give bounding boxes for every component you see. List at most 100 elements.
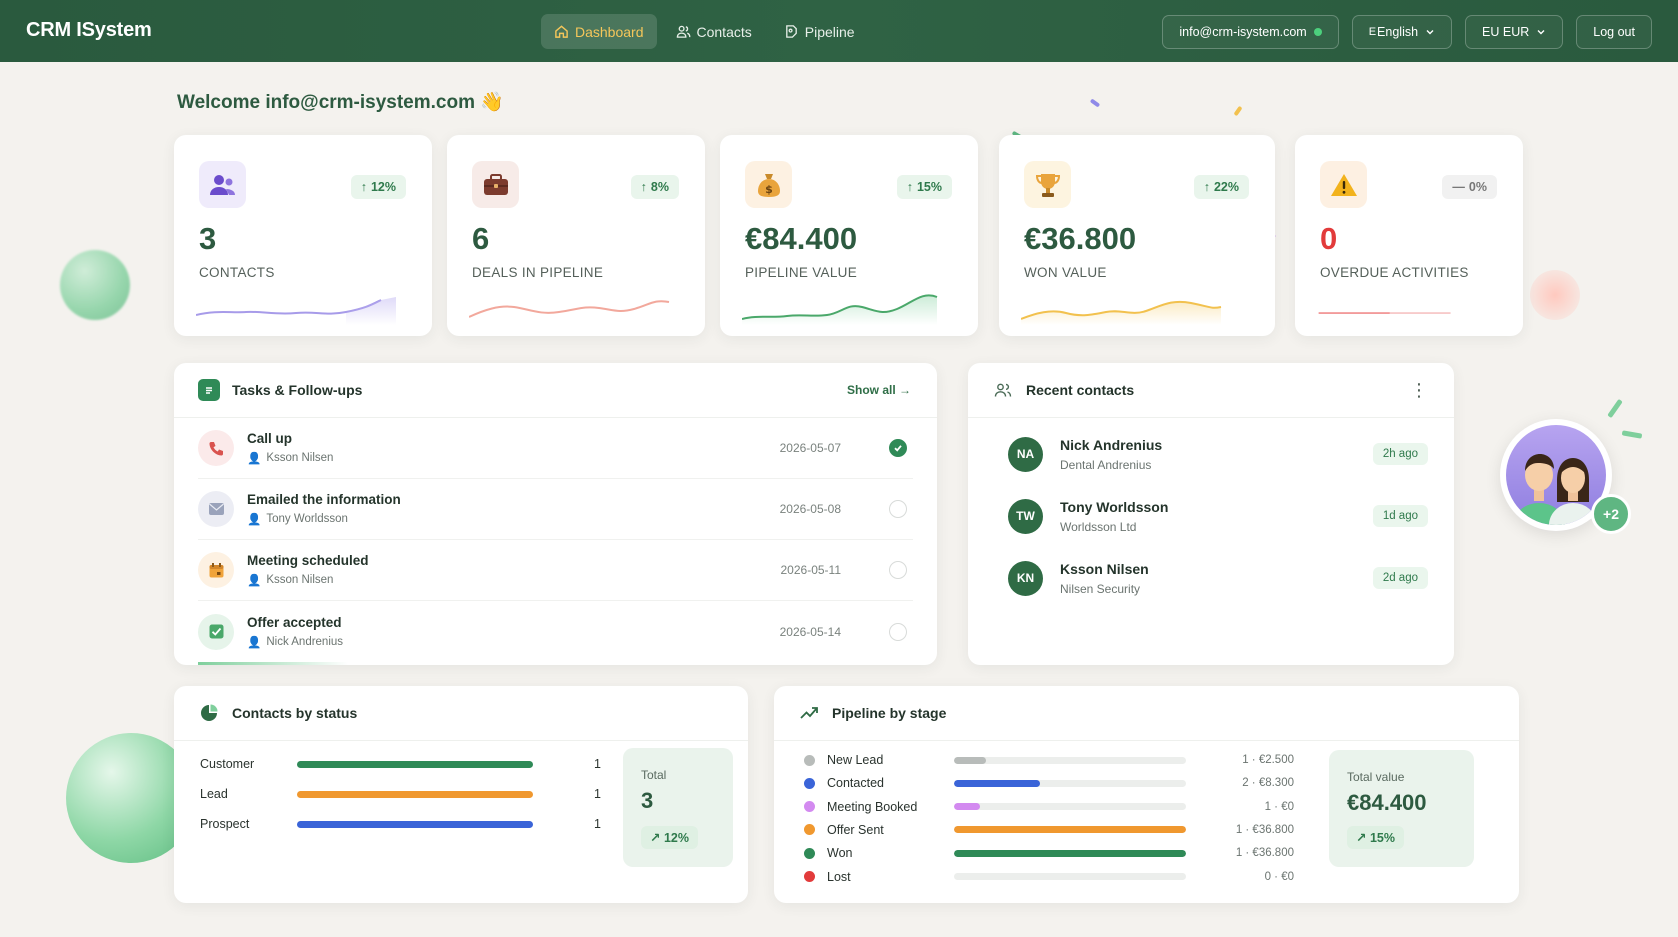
nav-pipeline[interactable]: Pipeline: [771, 14, 868, 49]
task-person: Tony Worldsson: [266, 513, 348, 525]
contacts-by-status-panel: Contacts by status Customer 1 Lead 1 Pro…: [174, 686, 748, 903]
contact-row[interactable]: NA Nick Andrenius Dental Andrenius 2h ag…: [1008, 423, 1428, 485]
task-date: 2026-05-08: [779, 502, 841, 516]
pie-chart-icon: [198, 702, 220, 724]
person-icon: 👤: [247, 575, 262, 587]
total-trend: ↗ 12%: [641, 826, 698, 849]
confetti: [1621, 430, 1643, 439]
sparkline: [469, 300, 670, 318]
tasks-header: Tasks & Follow-ups: [174, 363, 937, 418]
task-complete-checkbox[interactable]: [889, 622, 907, 641]
currency-select[interactable]: EU EUR: [1465, 15, 1564, 49]
task-row[interactable]: Meeting scheduled 👤 Ksson Nilsen 2026-05-…: [198, 540, 913, 601]
stage-color-dot: [804, 777, 815, 789]
logout-button[interactable]: Log out: [1576, 15, 1652, 49]
stat-card-contacts[interactable]: ↑ 12% 3 CONTACTS: [174, 135, 432, 336]
total-label: Total value: [1347, 770, 1405, 784]
status-label: Lead: [200, 787, 228, 801]
sparkline: [196, 297, 396, 325]
trend-up-icon: ↗: [650, 831, 664, 845]
pipeline-by-stage-panel: Pipeline by stage New Lead 1 · €2.500 Cont…: [774, 686, 1519, 903]
more-members-badge[interactable]: +2: [1591, 494, 1631, 534]
stage-color-dot: [804, 847, 815, 859]
task-row[interactable]: Emailed the information 👤 Tony Worldsson …: [198, 479, 913, 540]
person-icon: 👤: [247, 636, 262, 649]
trend-up-icon: ↗: [1356, 831, 1370, 845]
main-nav: Dashboard Contacts Pipeline: [541, 14, 868, 49]
task-complete-checkbox[interactable]: [889, 500, 907, 518]
stat-label: CONTACTS: [199, 265, 275, 280]
trend-badge: ↑ 22%: [1193, 175, 1249, 199]
trend-value: 12%: [370, 180, 396, 194]
stage-bar-track: [954, 803, 1186, 811]
waving-hand-icon: 👋: [480, 92, 504, 113]
total-trend-value: 12%: [663, 831, 689, 845]
scroll-indicator: [198, 662, 348, 665]
users-icon: [992, 379, 1014, 401]
dash-icon: —: [1452, 180, 1465, 194]
stage-bar-fill: [954, 803, 980, 811]
arrow-up-icon: ↑: [360, 180, 367, 194]
arrow-up-icon: ↑: [640, 180, 647, 194]
task-complete-checkbox[interactable]: [889, 561, 907, 579]
language-flag-icon: E: [1368, 26, 1377, 38]
task-row[interactable]: Offer accepted 👤 Nick Andrenius 2026-05-1…: [198, 601, 913, 662]
avatar: NA: [1008, 436, 1043, 472]
task-title: Meeting scheduled: [247, 553, 369, 568]
avatar: TW: [1008, 498, 1043, 534]
contact-row[interactable]: KN Ksson Nilsen Nilsen Security 2d ago: [1008, 547, 1428, 609]
stat-label: DEALS IN PIPELINE: [472, 265, 604, 280]
pipeline-by-stage-title: Pipeline by stage: [832, 705, 947, 721]
trending-up-icon: [798, 702, 820, 724]
users-icon: [199, 161, 246, 208]
task-complete-checkbox[interactable]: [889, 439, 907, 457]
stat-card-deals[interactable]: ↑ 8% 6 DEALS IN PIPELINE: [447, 135, 705, 336]
nav-pipeline-label: Pipeline: [804, 23, 855, 40]
status-count: 1: [594, 817, 601, 831]
person-icon: 👤: [247, 514, 262, 526]
task-person: Nick Andrenius: [266, 635, 344, 648]
task-date: 2026-05-11: [780, 563, 842, 577]
task-row[interactable]: Call up 👤 Ksson Nilsen 2026-05-07: [198, 418, 913, 479]
users-icon: [676, 25, 690, 38]
pipeline-stage-row: Lost 0 · €0: [804, 868, 1294, 886]
contact-name: Nick Andrenius: [1060, 436, 1163, 453]
more-options-icon[interactable]: ⋮: [1410, 381, 1428, 399]
nav-contacts-label: Contacts: [696, 23, 752, 40]
stage-value: 1 · €36.800: [1235, 847, 1294, 860]
trend-badge: ↑ 8%: [630, 175, 679, 199]
stage-bar-fill: [954, 849, 1186, 857]
task-person: Ksson Nilsen: [266, 574, 334, 586]
stage-bar-track: [954, 873, 1186, 880]
status-count: 1: [594, 787, 601, 801]
language-select[interactable]: E English: [1351, 15, 1453, 49]
contact-name: Tony Worldsson: [1060, 498, 1169, 515]
show-all-link[interactable]: Show all →: [847, 383, 911, 397]
nav-contacts[interactable]: Contacts: [663, 14, 765, 49]
nav-dashboard[interactable]: Dashboard: [541, 14, 657, 49]
stat-card-overdue[interactable]: —0% 0 OVERDUE ACTIVITIES: [1295, 135, 1523, 336]
brand-logo[interactable]: CRM ISystem: [26, 19, 152, 42]
chevron-down-icon: [1537, 30, 1545, 35]
task-title: Emailed the information: [247, 492, 401, 507]
chevron-down-icon: [1426, 30, 1434, 35]
account-pill[interactable]: info@crm-isystem.com: [1162, 15, 1339, 49]
mail-icon: [198, 491, 234, 527]
stage-label: Lost: [827, 869, 851, 884]
stage-label: Contacted: [827, 776, 884, 791]
status-bar: [297, 820, 533, 828]
stat-card-won-value[interactable]: ↑ 22% €36.800 WON VALUE: [999, 135, 1275, 336]
status-bar: [297, 790, 533, 798]
stage-bar-track: [954, 756, 1186, 764]
tasks-icon: [198, 379, 220, 401]
contacts-by-status-title: Contacts by status: [232, 705, 358, 721]
stage-label: Won: [827, 846, 853, 861]
status-count: 1: [594, 757, 601, 771]
pipeline-stage-row: Won 1 · €36.800: [804, 844, 1294, 862]
task-title: Offer accepted: [247, 614, 342, 630]
stat-value: 0: [1320, 221, 1338, 256]
stat-card-pipeline-value[interactable]: $ ↑ 15% €84.400 PIPELINE VALUE: [720, 135, 978, 336]
online-status-dot: [1313, 28, 1322, 36]
contact-row[interactable]: TW Tony Worldsson Worldsson Ltd 1d ago: [1008, 485, 1428, 547]
avatar: KN: [1008, 560, 1043, 596]
